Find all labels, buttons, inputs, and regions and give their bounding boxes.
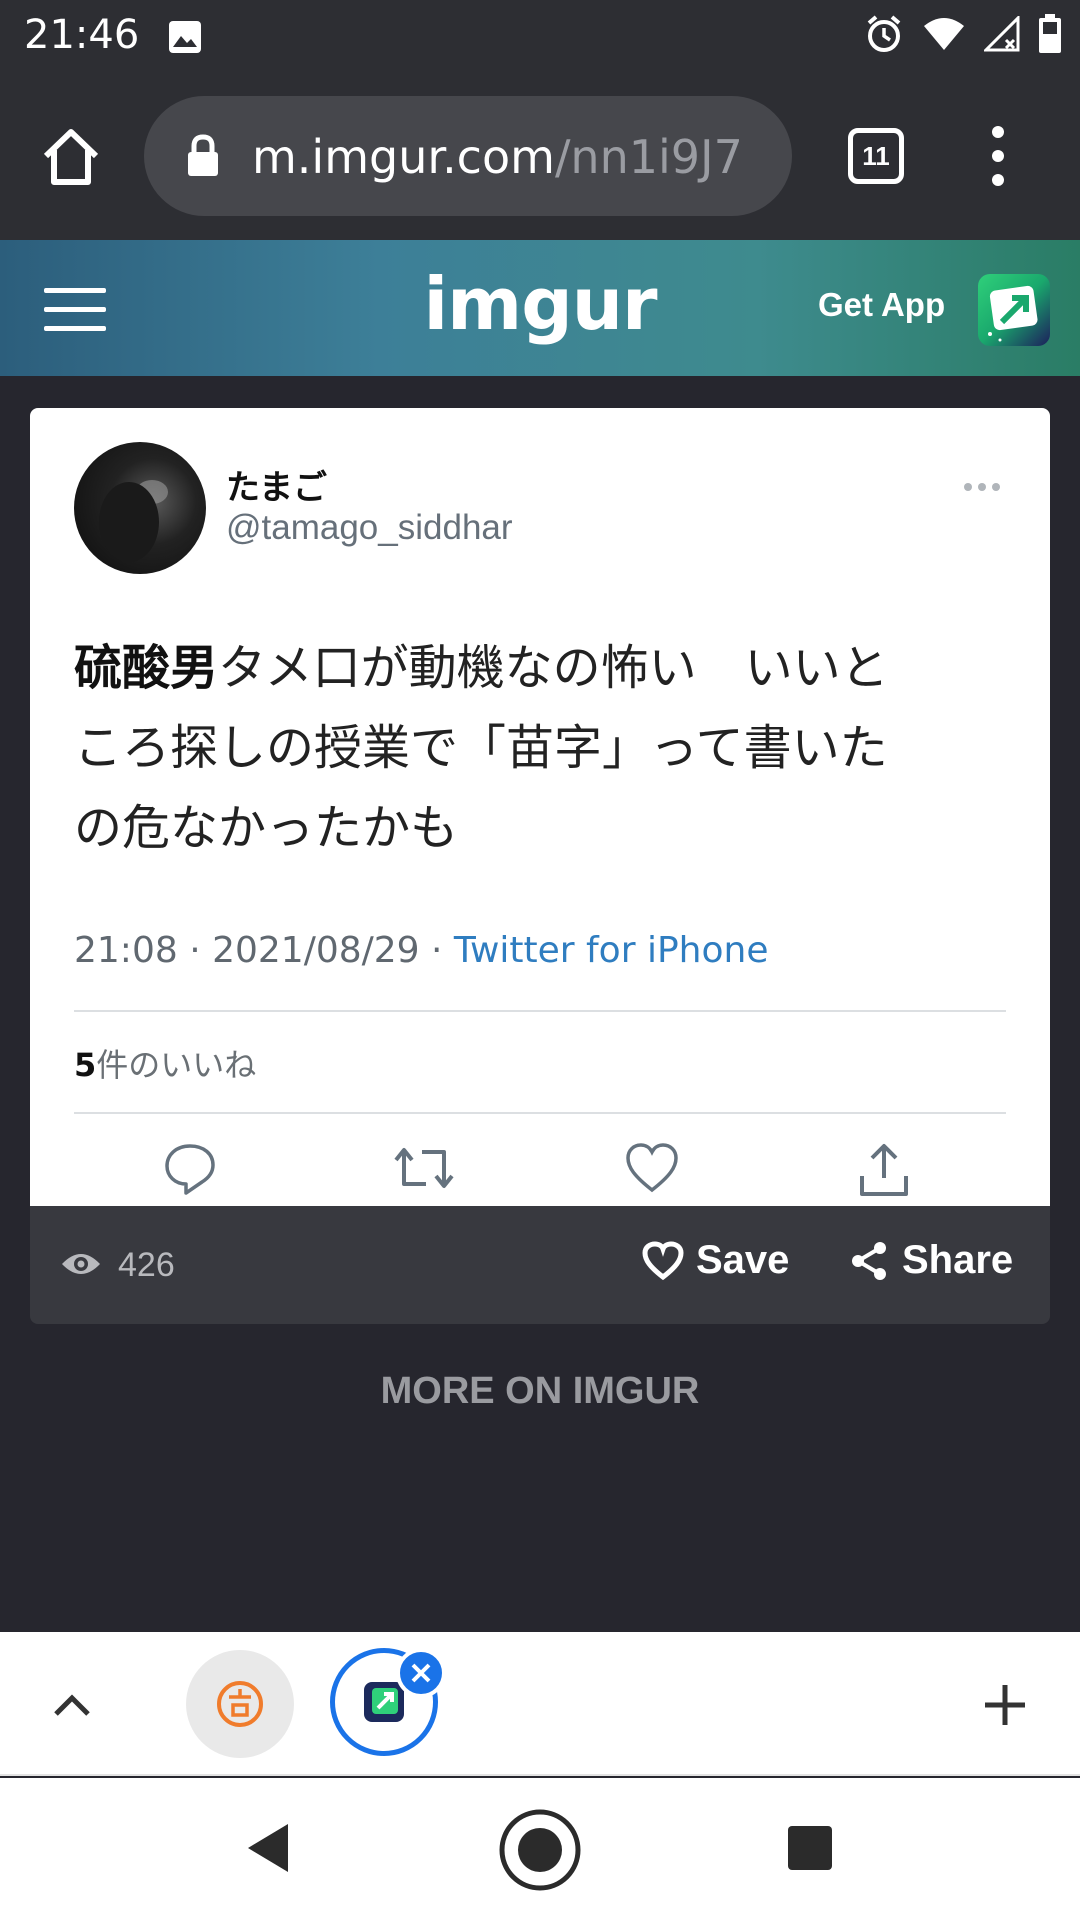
close-tab-icon[interactable] (396, 1648, 446, 1698)
more-on-imgur-heading: MORE ON IMGUR (380, 1370, 700, 1412)
lock-icon (186, 134, 220, 183)
tweet-card[interactable]: たまご @tamago_siddhar 硫酸男タメ口が動機なの怖い いいと ころ探… (30, 408, 1050, 1206)
view-count: 426 (118, 1246, 175, 1284)
home-nav-icon[interactable] (498, 1808, 582, 1897)
get-app-link[interactable]: Get App (818, 286, 945, 324)
browser-toolbar: m.imgur.com/nn1i9J7 11 (0, 72, 1080, 240)
share-button[interactable]: Share (850, 1238, 1013, 1283)
url-text[interactable]: m.imgur.com/nn1i9J7 (252, 130, 743, 184)
tweet-text: 硫酸男タメ口が動機なの怖い いいと ころ探しの授業で「苗字」って書いた の危なかった… (74, 640, 889, 856)
image-notification-icon (168, 20, 202, 59)
signal-icon (982, 14, 1020, 57)
user-handle: @tamago_siddhar (226, 508, 513, 547)
address-bar[interactable]: m.imgur.com/nn1i9J7 (144, 96, 792, 216)
tab-strip (0, 1632, 1080, 1776)
share-icon (852, 1241, 886, 1280)
avatar[interactable] (74, 442, 206, 574)
divider (74, 1010, 1006, 1012)
imgur-app-icon[interactable] (978, 274, 1050, 346)
save-button[interactable]: Save (642, 1238, 789, 1283)
overflow-menu-icon[interactable] (988, 124, 1008, 188)
tab-thumbnail-other[interactable] (186, 1650, 294, 1758)
tweet-timestamp: 21:08 · 2021/08/29 · Twitter for iPhone (74, 930, 769, 971)
share-tweet-icon[interactable] (856, 1140, 912, 1200)
back-nav-icon[interactable] (244, 1822, 292, 1879)
more-options-icon[interactable] (962, 480, 1002, 498)
new-tab-plus-icon[interactable] (982, 1682, 1028, 1733)
chevron-up-icon[interactable] (50, 1684, 94, 1729)
tweet-actions (30, 1140, 1050, 1206)
eye-icon (60, 1250, 102, 1283)
tweet-source-link[interactable]: Twitter for iPhone (454, 930, 769, 971)
divider (74, 1112, 1006, 1114)
likes-count[interactable]: 5件のいいね (74, 1040, 256, 1086)
home-icon[interactable] (38, 124, 104, 190)
alarm-icon (864, 14, 904, 59)
display-name: たまご (226, 468, 327, 508)
system-navigation-bar (0, 1778, 1080, 1920)
wifi-icon (922, 16, 966, 57)
like-icon[interactable] (624, 1140, 680, 1196)
tab-switcher-button[interactable]: 11 (848, 128, 904, 184)
heart-icon (642, 1240, 684, 1280)
battery-icon (1038, 14, 1062, 59)
status-time: 21:46 (24, 12, 140, 58)
recent-apps-nav-icon[interactable] (786, 1824, 834, 1877)
retweet-icon[interactable] (392, 1140, 456, 1196)
post-footer: 426 Save Share (30, 1206, 1050, 1324)
site-favicon-icon (217, 1681, 263, 1727)
status-bar: 21:46 (0, 0, 1080, 72)
imgur-header: imgur Get App (0, 240, 1080, 376)
reply-icon[interactable] (162, 1140, 218, 1196)
